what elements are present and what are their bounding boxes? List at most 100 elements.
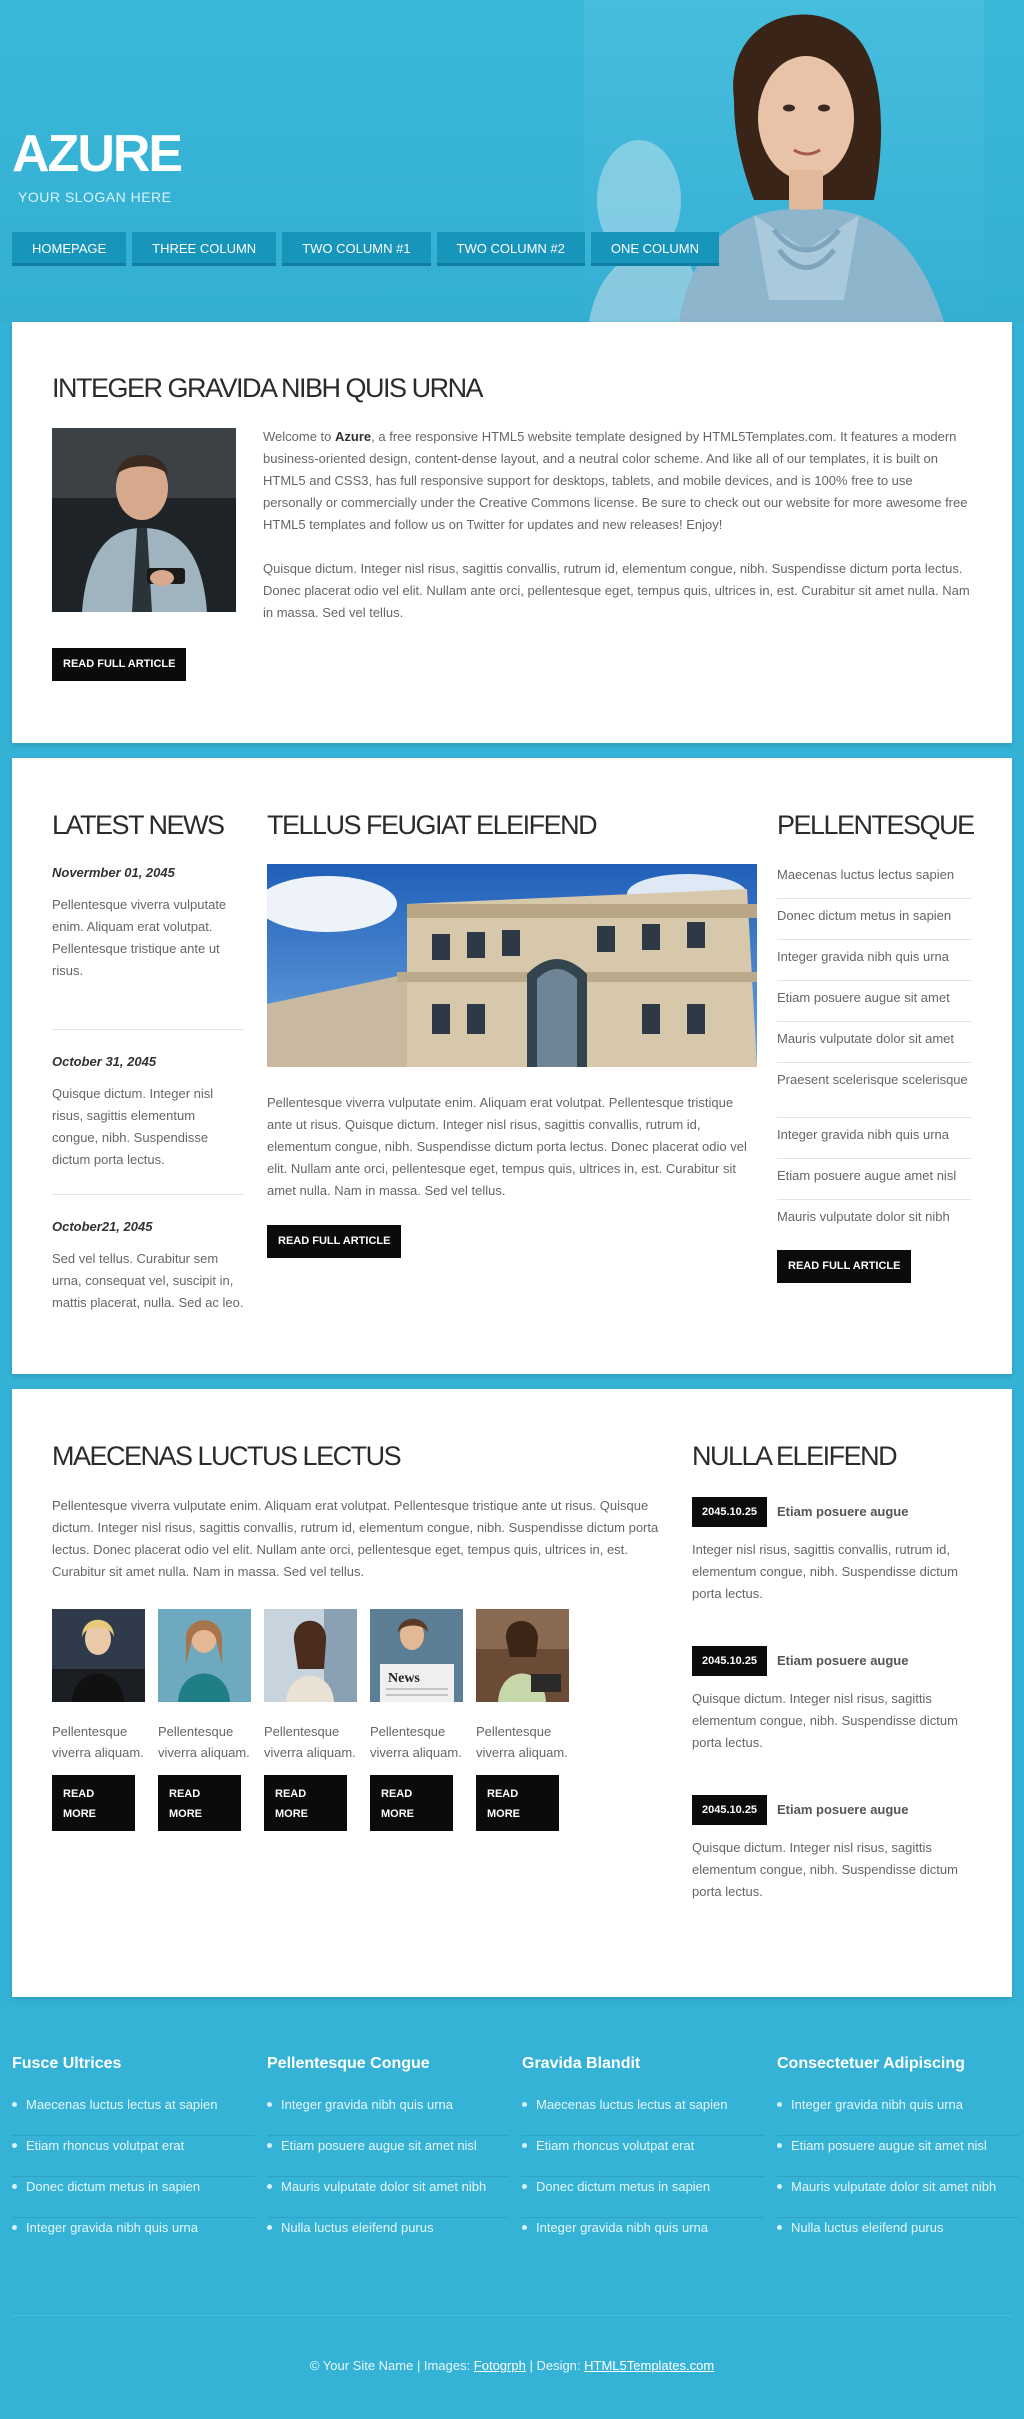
nulla-item-text: Quisque dictum. Integer nisl risus, sagi… bbox=[692, 1691, 958, 1750]
footer-link[interactable]: Maecenas luctus lectus at sapien bbox=[522, 2095, 764, 2136]
pellentesque-list: Maecenas luctus lectus sapien Donec dict… bbox=[777, 858, 971, 1241]
nulla-date-badge: 2045.10.25 bbox=[692, 1795, 768, 1825]
footer-link[interactable]: Etiam rhoncus volutpat erat bbox=[522, 2136, 764, 2177]
nulla-item-title[interactable]: Etiam posuere augue bbox=[777, 1802, 908, 1817]
main-nav: HOMEPAGE THREE COLUMN TWO COLUMN #1 TWO … bbox=[12, 232, 719, 266]
thumbnail-card: Pellentesque viverra aliquam. READ MORE bbox=[52, 1609, 145, 1831]
nav-two-column-2[interactable]: TWO COLUMN #2 bbox=[436, 232, 585, 266]
feature-text: Pellentesque viverra vulputate enim. Ali… bbox=[267, 1095, 747, 1198]
news-item: October21, 2045 Sed vel tellus. Curabitu… bbox=[52, 1195, 244, 1314]
nulla-item-title[interactable]: Etiam posuere augue bbox=[777, 1504, 908, 1519]
thumbnail-row: Pellentesque viverra aliquam. READ MORE … bbox=[52, 1609, 569, 1831]
thumbnail-image[interactable] bbox=[158, 1609, 251, 1702]
footer-column: Fusce Ultrices Maecenas luctus lectus at… bbox=[12, 2055, 254, 2259]
thumbnail-read-more-button[interactable]: READ MORE bbox=[158, 1775, 241, 1831]
footer-link[interactable]: Integer gravida nibh quis urna bbox=[777, 2095, 1019, 2136]
footer-link[interactable]: Integer gravida nibh quis urna bbox=[267, 2095, 509, 2136]
thumbnail-caption: Pellentesque viverra aliquam. bbox=[52, 1724, 144, 1760]
footer-column-title: Gravida Blandit bbox=[522, 2055, 641, 2072]
footer-link[interactable]: Donec dictum metus in sapien bbox=[522, 2177, 764, 2218]
thumbnail-image[interactable]: News bbox=[370, 1609, 463, 1702]
pellentesque-link[interactable]: Praesent scelerisque scelerisque bbox=[777, 1063, 971, 1118]
design-credit-link[interactable]: HTML5Templates.com bbox=[584, 2358, 714, 2373]
nav-homepage[interactable]: HOMEPAGE bbox=[12, 232, 127, 266]
feature-image bbox=[257, 864, 757, 1067]
news-text: Pellentesque viverra vulputate enim. Ali… bbox=[52, 897, 227, 978]
latest-news-title: LATEST NEWS bbox=[52, 810, 225, 840]
footer-link[interactable]: Donec dictum metus in sapien bbox=[12, 2177, 254, 2218]
thumbnail-caption: Pellentesque viverra aliquam. bbox=[370, 1724, 462, 1760]
nav-two-column-1[interactable]: TWO COLUMN #1 bbox=[282, 232, 431, 266]
pellentesque-link[interactable]: Etiam posuere augue amet nisl bbox=[777, 1159, 971, 1200]
intro-title: INTEGER GRAVIDA NIBH QUIS URNA bbox=[52, 373, 484, 403]
nulla-title: NULLA ELEIFEND bbox=[692, 1441, 898, 1471]
thumbnail-card: News Pellentesque viverra aliquam. READ … bbox=[370, 1609, 463, 1831]
pellentesque-link[interactable]: Integer gravida nibh quis urna bbox=[777, 940, 971, 981]
news-date: Novermber 01, 2045 bbox=[52, 865, 175, 880]
news-text: Quisque dictum. Integer nisl risus, sagi… bbox=[52, 1086, 214, 1167]
news-date: October21, 2045 bbox=[52, 1219, 153, 1234]
pellentesque-link[interactable]: Mauris vulputate dolor sit amet bbox=[777, 1022, 971, 1063]
nulla-list: 2045.10.25 Etiam posuere augue Integer n… bbox=[692, 1497, 977, 1917]
thumbnail-read-more-button[interactable]: READ MORE bbox=[370, 1775, 453, 1831]
footer-link[interactable]: Mauris vulputate dolor sit amet nibh bbox=[267, 2177, 509, 2218]
footer-link[interactable]: Nulla luctus eleifend purus bbox=[267, 2218, 509, 2259]
pellentesque-link[interactable]: Mauris vulputate dolor sit nibh bbox=[777, 1200, 971, 1241]
feature-read-full-button[interactable]: READ FULL ARTICLE bbox=[267, 1225, 402, 1258]
copyright-text: © Your Site Name | Images: bbox=[309, 2358, 474, 2373]
nulla-date-badge: 2045.10.25 bbox=[692, 1497, 768, 1527]
footer-column: Gravida Blandit Maecenas luctus lectus a… bbox=[522, 2055, 764, 2259]
news-item: Novermber 01, 2045 Pellentesque viverra … bbox=[52, 865, 244, 1029]
footer-link[interactable]: Nulla luctus eleifend purus bbox=[777, 2218, 1019, 2259]
thumbnail-read-more-button[interactable]: READ MORE bbox=[476, 1775, 559, 1831]
copyright: © Your Site Name | Images: Fotogrph | De… bbox=[0, 2358, 1024, 2373]
news-item: October 31, 2045 Quisque dictum. Integer… bbox=[52, 1030, 244, 1194]
footer-link[interactable]: Etiam posuere augue sit amet nisl bbox=[267, 2136, 509, 2177]
intro-read-full-button[interactable]: READ FULL ARTICLE bbox=[52, 648, 187, 681]
thumbnail-image[interactable] bbox=[264, 1609, 357, 1702]
pellentesque-link[interactable]: Maecenas luctus lectus sapien bbox=[777, 858, 971, 899]
nav-three-column[interactable]: THREE COLUMN bbox=[132, 232, 277, 266]
thumbnail-read-more-button[interactable]: READ MORE bbox=[264, 1775, 347, 1831]
footer-link[interactable]: Maecenas luctus lectus at sapien bbox=[12, 2095, 254, 2136]
thumbnail-image[interactable] bbox=[52, 1609, 145, 1702]
thumbnail-read-more-button[interactable]: READ MORE bbox=[52, 1775, 135, 1831]
nulla-item: 2045.10.25 Etiam posuere augue Quisque d… bbox=[692, 1646, 977, 1754]
nulla-item-title[interactable]: Etiam posuere augue bbox=[777, 1653, 908, 1668]
news-text: Sed vel tellus. Curabitur sem urna, cons… bbox=[52, 1251, 244, 1310]
latest-news-list: Novermber 01, 2045 Pellentesque viverra … bbox=[52, 865, 244, 1314]
pellentesque-link[interactable]: Etiam posuere augue sit amet bbox=[777, 981, 971, 1022]
footer-column-title: Pellentesque Congue bbox=[267, 2055, 430, 2072]
intro-paragraph-1: Welcome to Azure, a free responsive HTML… bbox=[263, 429, 968, 532]
hero-image bbox=[584, 0, 984, 322]
footer-column-title: Consectetuer Adipiscing bbox=[777, 2055, 965, 2072]
nav-one-column[interactable]: ONE COLUMN bbox=[590, 232, 719, 266]
footer-column-title: Fusce Ultrices bbox=[12, 2055, 122, 2072]
feature-title: TELLUS FEUGIAT ELEIFEND bbox=[267, 810, 598, 840]
thumbnail-image[interactable] bbox=[476, 1609, 569, 1702]
footer-link[interactable]: Integer gravida nibh quis urna bbox=[522, 2218, 764, 2259]
footer-link[interactable]: Integer gravida nibh quis urna bbox=[12, 2218, 254, 2259]
footer-link[interactable]: Etiam rhoncus volutpat erat bbox=[12, 2136, 254, 2177]
two-column-panel: MAECENAS LUCTUS LECTUS Pellentesque vive… bbox=[12, 1389, 1012, 1997]
thumbnail-caption: Pellentesque viverra aliquam. bbox=[476, 1724, 568, 1760]
footer-link[interactable]: Mauris vulputate dolor sit amet nibh bbox=[777, 2177, 1019, 2218]
pellentesque-read-full-button[interactable]: READ FULL ARTICLE bbox=[777, 1250, 912, 1283]
footer-divider bbox=[12, 2315, 1012, 2316]
thumbnail-card: Pellentesque viverra aliquam. READ MORE bbox=[264, 1609, 357, 1831]
copyright-separator: | Design: bbox=[525, 2358, 585, 2373]
pellentesque-link[interactable]: Donec dictum metus in sapien bbox=[777, 899, 971, 940]
thumbnail-card: Pellentesque viverra aliquam. READ MORE bbox=[476, 1609, 569, 1831]
thumbnail-card: Pellentesque viverra aliquam. READ MORE bbox=[158, 1609, 251, 1831]
intro-paragraph-2: Quisque dictum. Integer nisl risus, sagi… bbox=[263, 561, 970, 620]
nulla-item: 2045.10.25 Etiam posuere augue Quisque d… bbox=[692, 1795, 977, 1903]
pellentesque-link[interactable]: Integer gravida nibh quis urna bbox=[777, 1118, 971, 1159]
images-credit-link[interactable]: Fotogrph bbox=[474, 2358, 526, 2373]
news-date: October 31, 2045 bbox=[52, 1054, 157, 1069]
site-logo[interactable]: AZURE bbox=[12, 128, 183, 180]
intro-panel: INTEGER GRAVIDA NIBH QUIS URNA Welcome t… bbox=[12, 322, 1012, 743]
three-column-panel: LATEST NEWS Novermber 01, 2045 Pellentes… bbox=[12, 758, 1012, 1374]
footer-link[interactable]: Etiam posuere augue sit amet nisl bbox=[777, 2136, 1019, 2177]
nulla-date-badge: 2045.10.25 bbox=[692, 1646, 768, 1676]
footer-column: Pellentesque Congue Integer gravida nibh… bbox=[267, 2055, 509, 2259]
